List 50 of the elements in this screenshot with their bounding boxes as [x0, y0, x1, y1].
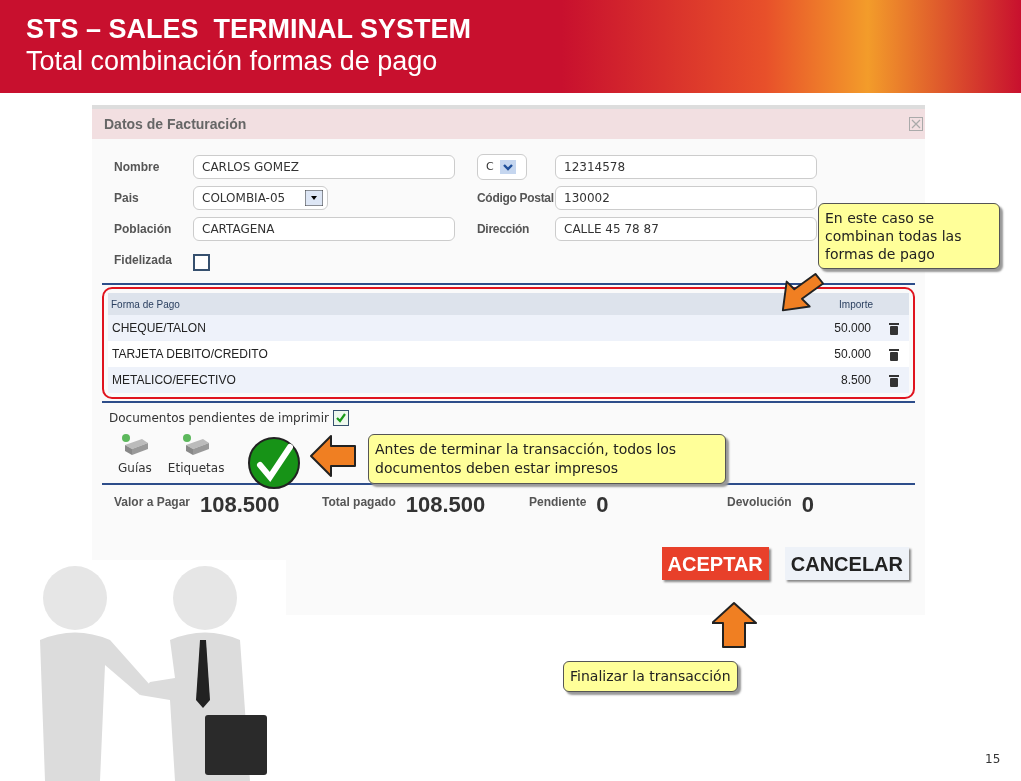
country-select[interactable]: COLOMBIA-05	[193, 186, 328, 210]
field-label: Nombre	[114, 159, 161, 176]
callout: En este caso se combinan todas las formas de pago	[818, 203, 1000, 269]
cancel-button[interactable]: CANCELAR	[784, 547, 909, 580]
total-label: Valor a Pagar	[114, 494, 191, 511]
table-cell-text: TARJETA DEBITO/CREDITO	[112, 346, 269, 363]
print-button[interactable]: Guías	[118, 433, 152, 477]
slide-subtitle: Total combinación formas de pago	[26, 44, 439, 77]
accept-button[interactable]: ACEPTAR	[661, 547, 769, 580]
trash-icon[interactable]	[889, 321, 899, 335]
field-label: Pais	[114, 190, 140, 207]
total-value: 0	[801, 493, 814, 517]
pending-docs-label: Documentos pendientes de imprimir	[109, 410, 329, 427]
table-cell-text: CHEQUE/TALON	[112, 320, 207, 337]
total-value: 108.500	[200, 493, 280, 517]
total-value: 0	[596, 493, 609, 517]
column-header: Forma de Pago	[111, 297, 181, 312]
total-label: Pendiente	[529, 494, 587, 511]
caret-icon	[305, 190, 323, 206]
text-field[interactable]: CALLE 45 78 87	[555, 217, 817, 241]
table-cell-text: 8.500	[840, 372, 871, 389]
checkbox[interactable]	[332, 410, 349, 426]
table-cell-text: METALICO/EFECTIVO	[112, 372, 237, 389]
table-cell-text: 50.000	[834, 320, 871, 337]
chevron-down-icon	[500, 160, 516, 174]
callout: Antes de terminar la transacción, todos los documentos deben estar impresos	[368, 434, 726, 484]
column-header: Importe	[839, 297, 873, 312]
total-value: 108.500	[405, 493, 486, 517]
callout: Finalizar la transacción	[563, 661, 738, 692]
page-number: 15	[985, 751, 1001, 768]
text-field[interactable]: 12314578	[555, 155, 817, 179]
slide-title: STS – SALES TERMINAL SYSTEM	[26, 12, 473, 45]
field-label: Dirección	[477, 221, 530, 238]
checkbox[interactable]	[193, 253, 210, 271]
text-field[interactable]: CARLOS GOMEZ	[193, 155, 455, 179]
field-label: Código Postal	[477, 190, 555, 207]
total-label: Devolución	[727, 494, 792, 511]
trash-icon[interactable]	[889, 373, 899, 387]
field-label: Fidelizada	[114, 252, 173, 269]
prefix-select[interactable]: C	[477, 154, 527, 180]
text-field[interactable]: CARTAGENA	[193, 217, 455, 241]
trash-icon[interactable]	[889, 347, 899, 361]
check-icon	[334, 412, 347, 424]
text-field[interactable]: 130002	[555, 186, 817, 210]
print-button[interactable]: Etiquetas	[167, 433, 225, 477]
arrow-icon	[712, 600, 760, 650]
field-label: Población	[114, 221, 173, 238]
total-label: Total pagado	[322, 494, 396, 511]
table-cell-text: 50.000	[834, 346, 871, 363]
dialog-title: Datos de Facturación	[104, 114, 247, 134]
